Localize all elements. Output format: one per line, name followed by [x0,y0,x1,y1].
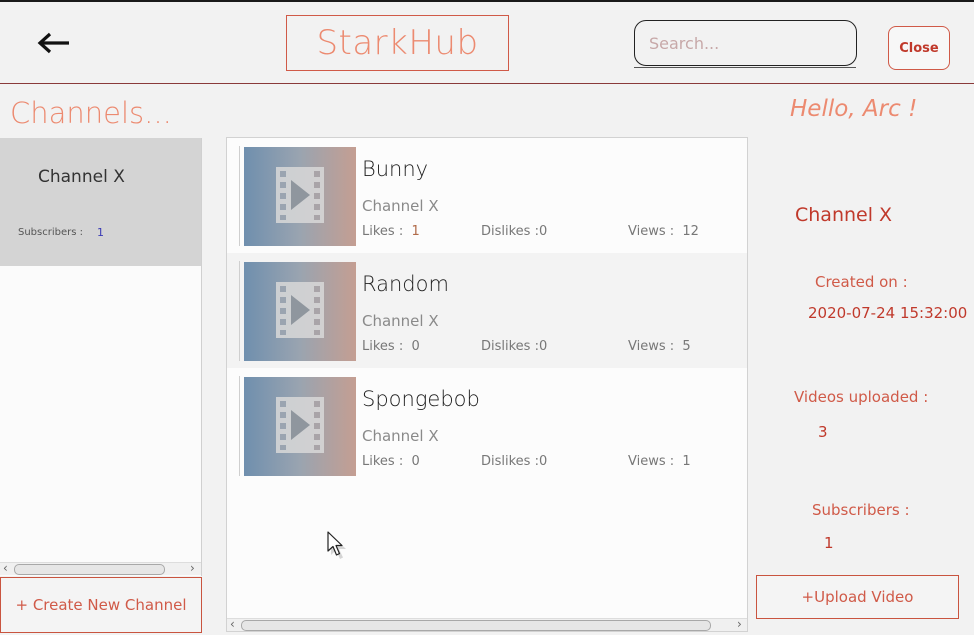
info-subscribers-label: Subscribers : [812,501,910,519]
search-input[interactable] [634,20,857,66]
views-label: Views : [628,454,675,469]
row-divider [239,376,240,476]
video-item[interactable]: Spongebob Channel X Likes : 0 Dislikes :… [227,368,747,483]
likes-stat: Likes : 1 [362,224,420,239]
views-label: Views : [628,339,675,354]
video-thumbnail[interactable] [244,377,356,476]
scroll-left-icon[interactable]: ‹ [3,561,8,575]
likes-label: Likes : [362,224,404,239]
likes-count: 0 [411,339,420,354]
channel-list-scrollbar[interactable]: ‹ › [0,561,201,575]
video-title[interactable]: Bunny [362,157,428,181]
likes-stat: Likes : 0 [362,339,420,354]
views-count: 12 [682,224,699,239]
views-label: Views : [628,224,675,239]
video-thumbnail[interactable] [244,262,356,361]
close-button[interactable]: Close [888,26,950,70]
dislikes-count: 0 [538,224,548,239]
likes-count: 1 [411,224,420,239]
created-value: 2020-07-24 15:32:00 [808,304,968,322]
row-divider [239,146,240,246]
scroll-right-icon[interactable]: › [737,617,742,631]
info-channel-name: Channel X [795,204,893,226]
dislikes-count: 0 [538,339,548,354]
video-list-scrollbar[interactable]: ‹ › [227,617,747,631]
video-channel: Channel X [362,197,439,215]
scrollbar-thumb[interactable] [241,620,711,631]
back-button[interactable] [36,30,72,58]
views-stat: Views : 1 [628,454,691,469]
views-stat: Views : 12 [628,224,699,239]
video-item[interactable]: Bunny Channel X Likes : 1 Dislikes :0 Vi… [227,138,747,253]
channel-list-item[interactable]: Channel X Subscribers : 1 [0,138,201,266]
scroll-right-icon[interactable]: › [190,561,195,575]
video-placeholder-icon [276,167,324,223]
dislikes-stat: Dislikes :0 [481,339,547,354]
videos-uploaded-label: Videos uploaded : [794,388,929,406]
video-list: Bunny Channel X Likes : 1 Dislikes :0 Vi… [226,137,748,632]
upload-video-button[interactable]: +Upload Video [756,575,959,619]
likes-label: Likes : [362,454,404,469]
created-label: Created on : [815,273,908,291]
scrollbar-thumb[interactable] [14,564,165,575]
channel-name: Channel X [38,167,125,187]
dislikes-count: 0 [538,454,548,469]
dislikes-label: Dislikes : [481,339,539,354]
dislikes-label: Dislikes : [481,224,539,239]
dislikes-stat: Dislikes :0 [481,224,547,239]
row-divider [239,261,240,361]
channel-list: Channel X Subscribers : 1 ‹ › [0,138,202,576]
create-channel-button[interactable]: + Create New Channel [0,577,202,633]
views-count: 1 [682,454,691,469]
video-placeholder-icon [276,282,324,338]
channels-heading: Channels... [10,96,172,130]
likes-label: Likes : [362,339,404,354]
video-title[interactable]: Spongebob [362,387,480,411]
scroll-left-icon[interactable]: ‹ [230,617,235,631]
dislikes-label: Dislikes : [481,454,539,469]
video-placeholder-icon [276,397,324,453]
views-stat: Views : 5 [628,339,691,354]
search-underline [634,67,856,68]
videos-uploaded-value: 3 [818,423,828,441]
views-count: 5 [682,339,691,354]
app-logo: StarkHub [286,15,509,71]
video-title[interactable]: Random [362,272,449,296]
arrow-left-icon [37,32,69,54]
greeting: Hello, Arc ! [790,96,918,122]
video-channel: Channel X [362,427,439,445]
video-thumbnail[interactable] [244,147,356,246]
info-subscribers-value: 1 [824,534,834,552]
subscribers-label: Subscribers : [18,227,83,238]
dislikes-stat: Dislikes :0 [481,454,547,469]
likes-stat: Likes : 0 [362,454,420,469]
video-item[interactable]: Random Channel X Likes : 0 Dislikes :0 V… [227,253,747,368]
likes-count: 0 [411,454,420,469]
video-channel: Channel X [362,312,439,330]
subscribers-count: 1 [97,226,104,239]
header: StarkHub Close [0,2,974,84]
mouse-pointer-icon [326,530,348,564]
